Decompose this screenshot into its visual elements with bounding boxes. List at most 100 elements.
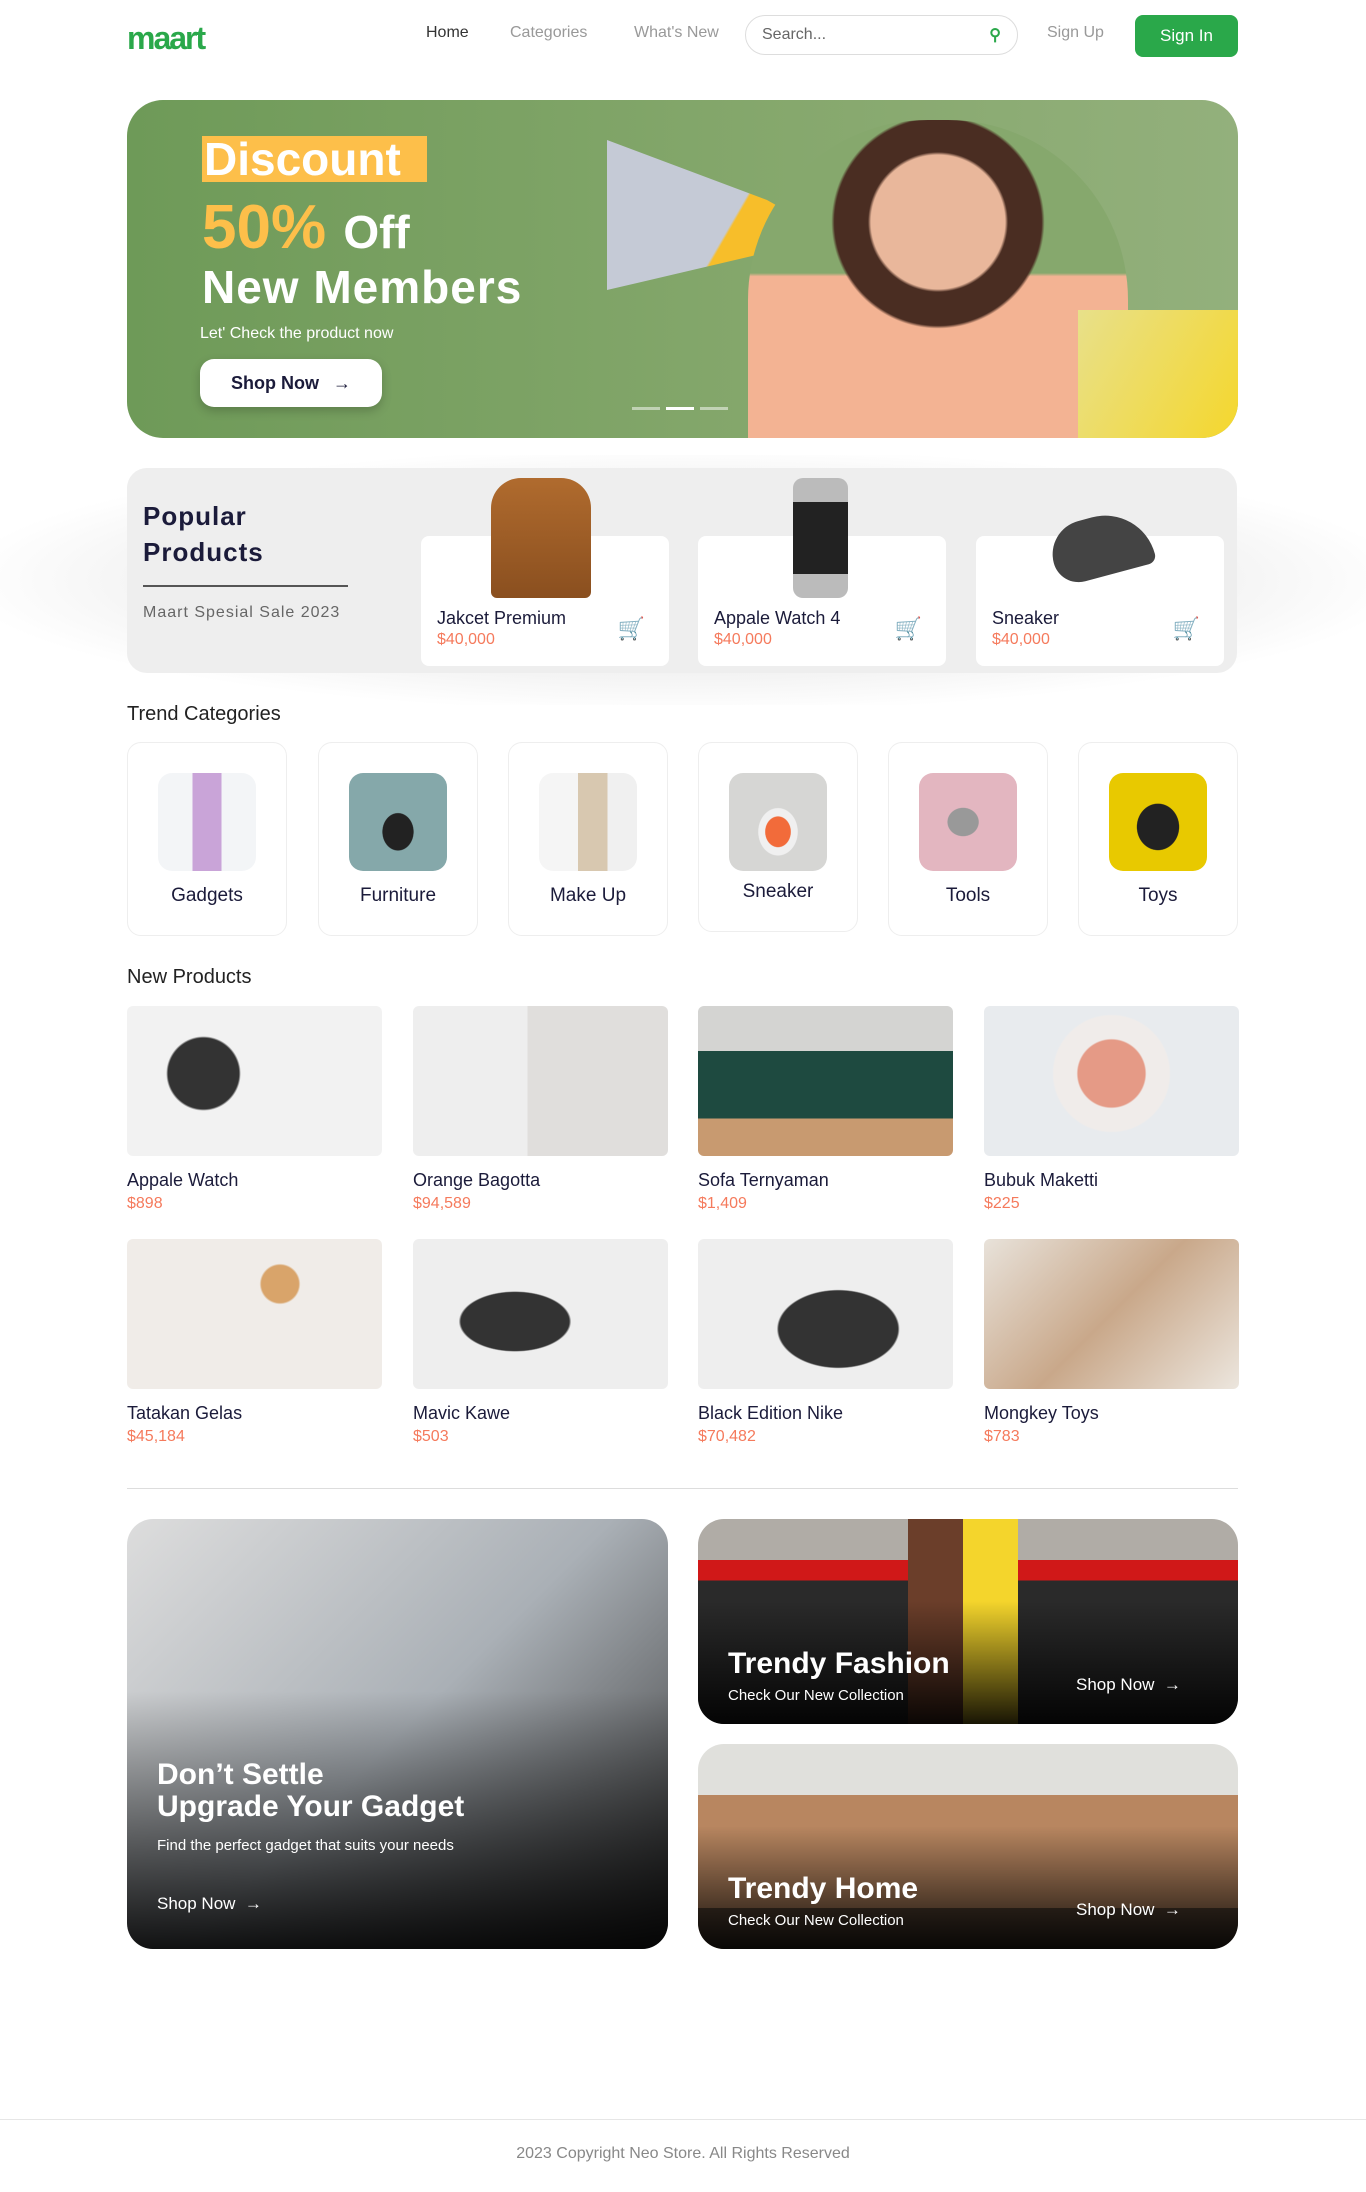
- product-price: $94,589: [413, 1195, 471, 1212]
- category-toys[interactable]: Toys: [1078, 742, 1238, 936]
- banner-shade: [127, 1519, 668, 1949]
- gadget-banner[interactable]: Don’t Settle Upgrade Your Gadget Find the…: [127, 1519, 668, 1949]
- makeup-image: [539, 773, 637, 871]
- furniture-image: [349, 773, 447, 871]
- arrow-right-icon: →: [1163, 1675, 1181, 1694]
- product-card[interactable]: Mavic Kawe $503: [413, 1239, 668, 1446]
- watch-image: [793, 478, 848, 598]
- hero-members: New Members: [202, 261, 523, 313]
- product-name: Appale Watch 4: [714, 608, 841, 628]
- gadget-banner-line2: Upgrade Your Gadget: [157, 1790, 465, 1823]
- product-card[interactable]: Sofa Ternyaman $1,409: [698, 1006, 953, 1213]
- popular-divider: [143, 585, 348, 587]
- home-banner[interactable]: Trendy Home Check Our New Collection Sho…: [698, 1744, 1238, 1949]
- product-name: Sneaker: [992, 608, 1060, 628]
- footer-copyright: 2023 Copyright Neo Store. All Rights Res…: [516, 2145, 850, 2162]
- gadget-banner-subtitle: Find the perfect gadget that suits your …: [157, 1837, 454, 1854]
- product-name: Mavic Kawe: [413, 1403, 511, 1423]
- arrow-right-icon: →: [333, 372, 351, 393]
- product-image: [127, 1006, 382, 1156]
- product-price: $1,409: [698, 1195, 747, 1212]
- toys-image: [1109, 773, 1207, 871]
- product-card[interactable]: Appale Watch $898: [127, 1006, 382, 1213]
- fashion-banner-subtitle: Check Our New Collection: [728, 1687, 904, 1704]
- product-name: Tatakan Gelas: [127, 1403, 243, 1423]
- search-icon[interactable]: ⚲: [989, 25, 1001, 45]
- trend-categories-title: Trend Categories: [127, 703, 281, 725]
- product-price: $40,000: [437, 631, 495, 648]
- gadget-shop-now[interactable]: Shop Now →: [157, 1894, 262, 1914]
- product-name: Sofa Ternyaman: [698, 1170, 829, 1190]
- hero-percent-value: 50%: [202, 193, 327, 262]
- product-price: $225: [984, 1195, 1020, 1212]
- product-image: [413, 1239, 668, 1389]
- gadgets-image: [158, 773, 256, 871]
- product-card[interactable]: Black Edition Nike $70,482: [698, 1239, 953, 1446]
- popular-title: Popular Products: [143, 498, 264, 570]
- shopping-bags-image: [1078, 310, 1238, 438]
- product-card[interactable]: Bubuk Maketti $225: [984, 1006, 1239, 1213]
- cart-icon[interactable]: 🛒: [895, 616, 922, 642]
- search-input[interactable]: Search... ⚲: [745, 15, 1018, 55]
- sign-up-link[interactable]: Sign Up: [1047, 24, 1104, 42]
- gadget-banner-line1: Don’t Settle: [157, 1758, 324, 1791]
- fashion-banner[interactable]: Trendy Fashion Check Our New Collection …: [698, 1519, 1238, 1724]
- footer-divider: [0, 2119, 1366, 2120]
- fashion-banner-title: Trendy Fashion: [728, 1647, 950, 1680]
- hero-shop-now-button[interactable]: Shop Now →: [200, 359, 382, 407]
- category-make-up[interactable]: Make Up: [508, 742, 668, 936]
- product-price: $503: [413, 1428, 449, 1445]
- product-price: $40,000: [714, 631, 772, 648]
- sign-in-button[interactable]: Sign In: [1135, 15, 1238, 57]
- category-label: Make Up: [549, 885, 627, 906]
- hero-discount: Discount: [202, 136, 427, 182]
- carousel-dot-active[interactable]: [666, 407, 694, 410]
- popular-title-line1: Popular: [143, 501, 247, 531]
- hero-woman-image: [748, 120, 1128, 438]
- popular-card[interactable]: Jakcet Premium $40,000 🛒: [421, 478, 669, 666]
- product-name: Bubuk Maketti: [984, 1170, 1099, 1190]
- popular-title-line2: Products: [143, 537, 264, 567]
- category-tools[interactable]: Tools: [888, 742, 1048, 936]
- category-furniture[interactable]: Furniture: [318, 742, 478, 936]
- nav-home[interactable]: Home: [426, 24, 469, 42]
- home-shop-now[interactable]: Shop Now →: [1076, 1900, 1181, 1920]
- nav-categories[interactable]: Categories: [510, 24, 587, 42]
- fashion-shop-now[interactable]: Shop Now →: [1076, 1675, 1181, 1695]
- product-price: $45,184: [127, 1428, 185, 1445]
- tools-image: [919, 773, 1017, 871]
- popular-subtitle: Maart Spesial Sale 2023: [143, 604, 341, 621]
- popular-card[interactable]: Sneaker $40,000 🛒: [976, 504, 1224, 666]
- new-products-title: New Products: [127, 966, 252, 988]
- nav-whats-new[interactable]: What's New: [634, 24, 719, 42]
- logo[interactable]: maart: [127, 20, 206, 57]
- product-name: Orange Bagotta: [413, 1170, 541, 1190]
- category-label: Sneaker: [742, 881, 814, 902]
- category-label: Gadgets: [171, 885, 243, 906]
- jacket-image: [491, 478, 591, 598]
- product-image: [413, 1006, 668, 1156]
- cart-icon[interactable]: 🛒: [618, 616, 645, 642]
- sneaker-category-image: [729, 773, 827, 871]
- product-price: $898: [127, 1195, 163, 1212]
- category-sneaker[interactable]: Sneaker: [698, 742, 858, 932]
- gadget-banner-title: Don’t Settle Upgrade Your Gadget: [157, 1759, 464, 1823]
- section-divider: [127, 1488, 1238, 1489]
- product-card[interactable]: Mongkey Toys $783: [984, 1239, 1239, 1446]
- product-image: [984, 1239, 1239, 1389]
- product-card[interactable]: Orange Bagotta $94,589: [413, 1006, 668, 1213]
- home-banner-title: Trendy Home: [728, 1872, 919, 1905]
- carousel-dots: [632, 407, 728, 410]
- category-gadgets[interactable]: Gadgets: [127, 742, 287, 936]
- product-card[interactable]: Tatakan Gelas $45,184: [127, 1239, 382, 1446]
- category-label: Tools: [945, 885, 991, 906]
- cart-icon[interactable]: 🛒: [1173, 616, 1200, 642]
- carousel-dot[interactable]: [632, 407, 660, 410]
- popular-card[interactable]: Appale Watch 4 $40,000 🛒: [698, 478, 946, 666]
- carousel-dot[interactable]: [700, 407, 728, 410]
- product-image: [984, 1006, 1239, 1156]
- product-price: $70,482: [698, 1428, 756, 1445]
- category-label: Furniture: [359, 885, 437, 906]
- product-name: Appale Watch: [127, 1170, 239, 1190]
- hero-banner: Discount 50% Off New Members Let' Check …: [127, 100, 1238, 438]
